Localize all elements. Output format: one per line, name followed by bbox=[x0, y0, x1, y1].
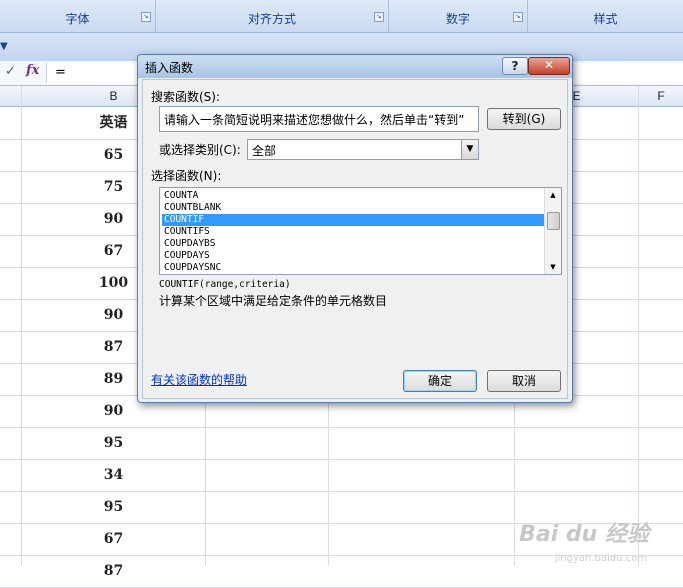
ok-button[interactable]: 确定 bbox=[403, 370, 477, 392]
help-button[interactable]: ? bbox=[502, 57, 528, 75]
dialog-title: 插入函数 bbox=[145, 61, 194, 75]
watermark-url: jingyan.baidu.com bbox=[554, 553, 647, 564]
ribbon-group-styles: 样式 bbox=[528, 0, 683, 32]
list-item[interactable]: COUNTA bbox=[162, 190, 544, 202]
ribbon-group-number: 数字 ↘ bbox=[389, 0, 528, 32]
list-item-selected[interactable]: COUNTIF bbox=[162, 214, 544, 226]
function-list-label: 选择函数(N): bbox=[151, 169, 222, 183]
cell-value[interactable]: 87 bbox=[22, 555, 205, 587]
confirm-check-icon[interactable]: ✓ bbox=[5, 64, 16, 79]
scroll-thumb[interactable] bbox=[547, 212, 560, 230]
cell-value[interactable]: 67 bbox=[22, 523, 205, 555]
ribbon-group-alignment: 对齐方式 ↘ bbox=[156, 0, 389, 32]
dialog-launcher-icon[interactable]: ↘ bbox=[513, 12, 523, 22]
dropdown-arrow-icon[interactable]: ▼ bbox=[461, 140, 478, 159]
list-item[interactable]: COUPDAYS bbox=[162, 250, 544, 262]
function-description: 计算某个区域中满足给定条件的单元格数目 bbox=[159, 294, 388, 308]
category-select[interactable]: 全部 ▼ bbox=[247, 139, 479, 160]
function-list[interactable]: COUNTA COUNTBLANK COUNTIF COUNTIFS COUPD… bbox=[159, 187, 562, 275]
list-item[interactable]: COUPDAYBS bbox=[162, 238, 544, 250]
scroll-down-icon[interactable]: ▼ bbox=[545, 260, 561, 274]
ribbon-group-label: 对齐方式 bbox=[247, 12, 296, 26]
category-value: 全部 bbox=[252, 144, 277, 158]
dialog-titlebar[interactable]: 插入函数 ? ✕ bbox=[138, 55, 572, 78]
close-button[interactable]: ✕ bbox=[528, 57, 570, 75]
cell-value[interactable]: 95 bbox=[22, 491, 205, 523]
table-row[interactable]: 34 bbox=[0, 459, 683, 492]
scroll-up-icon[interactable]: ▲ bbox=[545, 188, 561, 202]
formula-text: = bbox=[55, 65, 66, 80]
list-item[interactable]: COUNTIFS bbox=[162, 226, 544, 238]
ribbon-group-label: 样式 bbox=[593, 12, 618, 26]
cell-value[interactable]: 34 bbox=[22, 459, 205, 491]
select-all-corner[interactable] bbox=[0, 86, 22, 106]
search-label: 搜索函数(S): bbox=[151, 90, 221, 104]
cancel-button[interactable]: 取消 bbox=[487, 370, 561, 392]
cell-value[interactable]: 95 bbox=[22, 427, 205, 459]
dialog-launcher-icon[interactable]: ↘ bbox=[141, 12, 151, 22]
function-help-link[interactable]: 有关该函数的帮助 bbox=[151, 371, 247, 388]
ribbon-group-label: 数字 bbox=[445, 12, 470, 26]
dialog-launcher-icon[interactable]: ↘ bbox=[374, 12, 384, 22]
search-input-text: 请输入一条简短说明来描述您想做什么，然后单击“转到” bbox=[164, 113, 465, 127]
list-item[interactable]: COUNTBLANK bbox=[162, 202, 544, 214]
insert-function-dialog: 插入函数 ? ✕ 搜索函数(S): 请输入一条简短说明来描述您想做什么，然后单击… bbox=[137, 54, 573, 403]
table-row[interactable]: 95 bbox=[0, 427, 683, 460]
list-item[interactable]: COUPDAYSNC bbox=[162, 262, 544, 274]
dialog-body: 搜索函数(S): 请输入一条简短说明来描述您想做什么，然后单击“转到” 转到(G… bbox=[142, 79, 568, 399]
search-input[interactable]: 请输入一条简短说明来描述您想做什么，然后单击“转到” bbox=[159, 106, 479, 132]
ribbon-group-font: 字体 ↘ bbox=[0, 0, 156, 32]
ribbon-group-bar: 字体 ↘ 对齐方式 ↘ 数字 ↘ 样式 bbox=[0, 0, 683, 33]
insert-function-icon[interactable]: fx bbox=[26, 63, 39, 78]
function-signature: COUNTIF(range,criteria) bbox=[159, 279, 291, 290]
list-scrollbar[interactable]: ▲ ▼ bbox=[544, 188, 561, 274]
baidu-watermark-logo: Bai du 经验 bbox=[519, 522, 649, 547]
go-button[interactable]: 转到(G) bbox=[487, 108, 561, 130]
column-header-f[interactable]: F bbox=[639, 86, 683, 106]
expand-chevron-icon[interactable]: ▼ bbox=[0, 41, 10, 52]
category-label: 或选择类别(C): bbox=[159, 143, 241, 157]
ribbon-group-label: 字体 bbox=[65, 12, 90, 26]
